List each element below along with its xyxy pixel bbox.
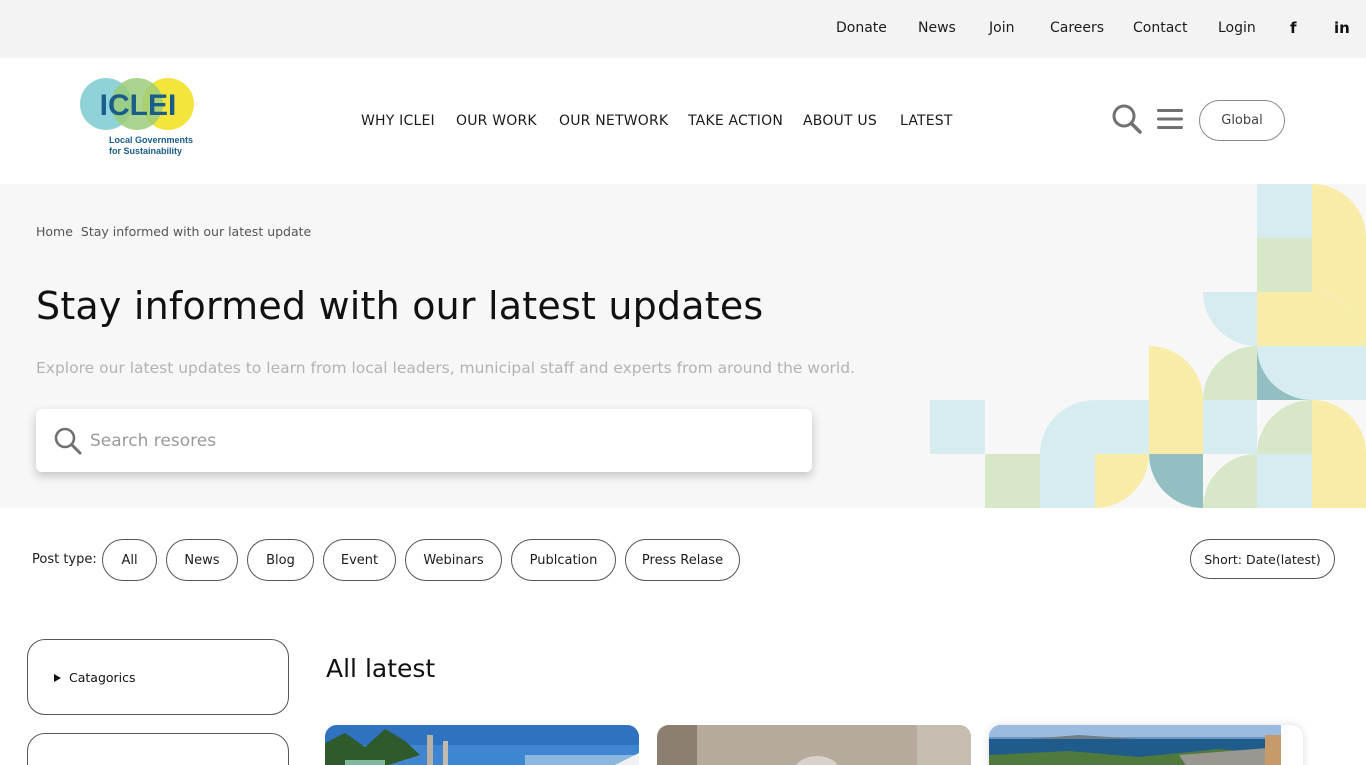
join-link[interactable]: Join [989, 20, 1014, 36]
utility-bar: Donate News Join Careers Contact Login f… [0, 0, 1366, 58]
breadcrumb-home[interactable]: Home [36, 224, 73, 239]
iclei-logo[interactable]: ICLEI Local Governments for Sustainabili… [80, 74, 200, 160]
filter-webinars[interactable]: Webinars [405, 539, 502, 581]
nav-our-work[interactable]: OUR WORK [456, 113, 537, 129]
search-icon[interactable] [1111, 103, 1143, 135]
region-selector-button[interactable]: Global [1199, 100, 1285, 141]
facebook-icon[interactable]: f [1290, 19, 1297, 37]
categories-summary[interactable]: Catagorics [54, 670, 136, 685]
filter-press-release[interactable]: Press Relase [625, 539, 740, 581]
post-type-filters: Post type: All News Blog Event Webinars … [0, 508, 1366, 608]
linkedin-icon[interactable]: in [1334, 19, 1350, 37]
secondary-filter-accordion[interactable] [27, 733, 289, 765]
nav-about-us[interactable]: ABOUT US [803, 113, 877, 129]
filter-publication[interactable]: Publcation [511, 539, 616, 581]
article-card[interactable] [325, 725, 639, 765]
sort-dropdown[interactable]: Short: Date(latest) [1190, 539, 1335, 579]
section-title: All latest [326, 654, 436, 683]
article-card[interactable] [989, 725, 1303, 765]
filter-event[interactable]: Event [323, 539, 396, 581]
nav-take-action[interactable]: TAKE ACTION [688, 113, 783, 129]
contact-link[interactable]: Contact [1133, 20, 1187, 36]
search-icon [54, 427, 82, 455]
article-thumbnail-image [989, 725, 1281, 765]
resource-search-box [36, 409, 812, 472]
categories-label: Catagorics [69, 670, 136, 685]
logo-tagline-line1: Local Governments [109, 135, 193, 145]
filter-blog[interactable]: Blog [247, 539, 314, 581]
post-type-label: Post type: [32, 552, 97, 567]
article-thumbnail-image [325, 725, 639, 765]
nav-latest[interactable]: LATEST [900, 113, 953, 129]
login-link[interactable]: Login [1218, 20, 1256, 36]
page-title: Stay informed with our latest updates [36, 284, 764, 328]
article-card[interactable] [657, 725, 971, 765]
hamburger-menu-icon[interactable] [1157, 108, 1183, 130]
disclosure-triangle-icon [54, 673, 61, 682]
main-header: ICLEI Local Governments for Sustainabili… [0, 58, 1366, 184]
page-subtitle: Explore our latest updates to learn from… [36, 359, 856, 377]
donate-link[interactable]: Donate [836, 20, 887, 36]
categories-accordion[interactable]: Catagorics [27, 639, 289, 715]
filter-news[interactable]: News [166, 539, 238, 581]
hero-section: Home Stay informed with our latest updat… [0, 184, 1366, 508]
nav-our-network[interactable]: OUR NETWORK [559, 113, 668, 129]
news-link[interactable]: News [918, 20, 956, 36]
breadcrumb-current: Stay informed with our latest update [80, 224, 312, 239]
decorative-geometric-pattern [930, 184, 1366, 508]
breadcrumb: Home Stay informed with our latest updat… [36, 224, 311, 239]
logo-wordmark: ICLEI [100, 89, 177, 122]
search-input[interactable] [90, 409, 790, 472]
article-thumbnail-image [657, 725, 971, 765]
filter-all[interactable]: All [102, 539, 157, 581]
logo-tagline-line2: for Sustainability [109, 146, 182, 156]
nav-why-iclei[interactable]: WHY ICLEI [361, 113, 435, 129]
careers-link[interactable]: Careers [1050, 20, 1104, 36]
